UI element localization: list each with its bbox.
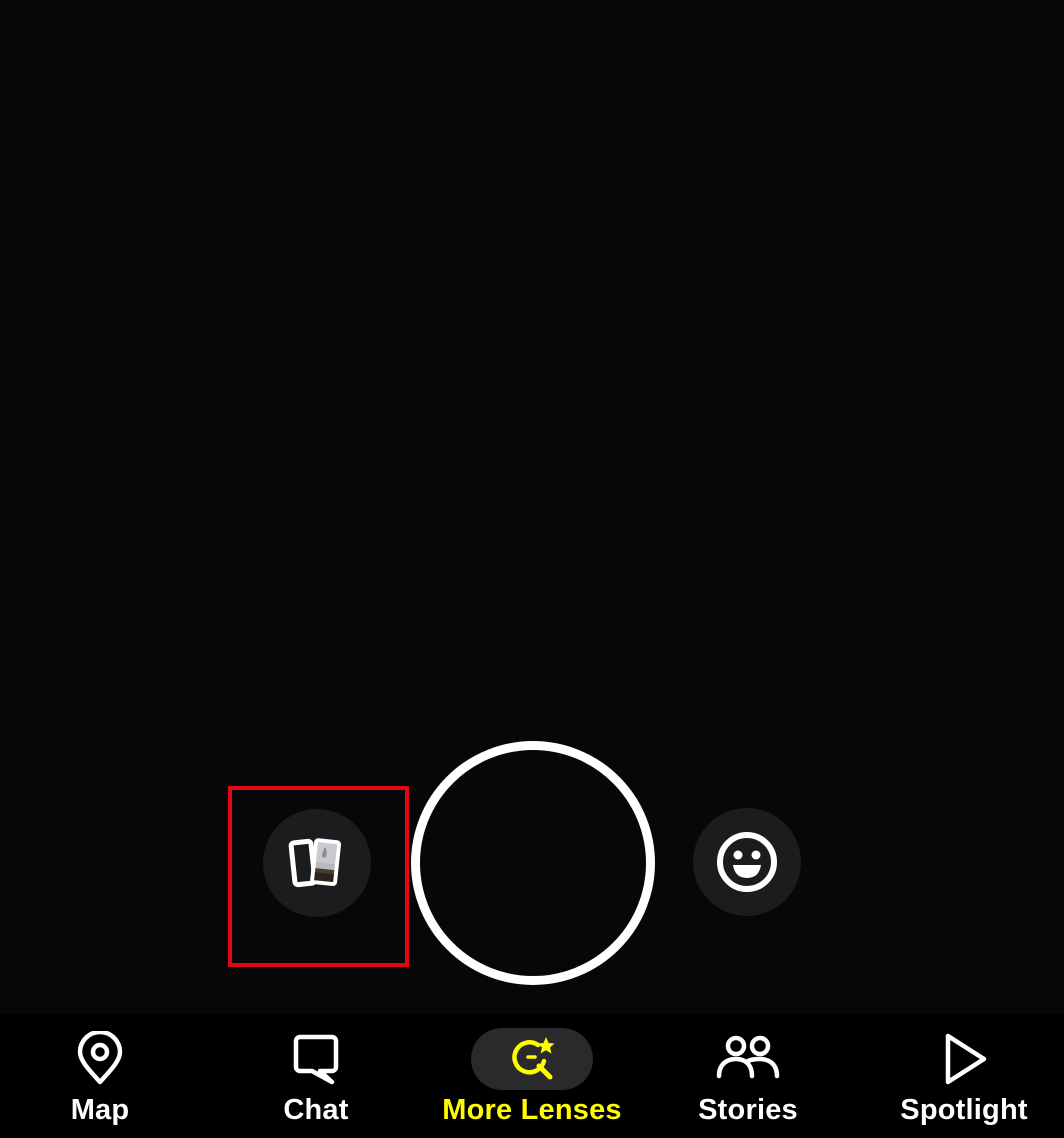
nav-label-spotlight: Spotlight xyxy=(900,1094,1028,1126)
people-icon xyxy=(716,1035,780,1079)
chat-bubble-icon xyxy=(293,1034,339,1085)
lenses-button[interactable] xyxy=(693,808,801,916)
active-tab-pill xyxy=(471,1028,593,1090)
camera-screen: Map Chat More Lenses Stories Spotlight xyxy=(0,0,1064,1138)
play-triangle-icon xyxy=(945,1033,987,1085)
capture-shutter-button[interactable] xyxy=(411,741,655,985)
nav-tab-more-lenses[interactable]: More Lenses xyxy=(432,1014,632,1138)
nav-label-chat: Chat xyxy=(283,1094,349,1126)
map-pin-icon xyxy=(77,1031,123,1085)
nav-tab-spotlight[interactable]: Spotlight xyxy=(880,1014,1048,1138)
nav-label-map: Map xyxy=(70,1094,130,1126)
lens-search-sparkle-icon xyxy=(512,1037,555,1080)
nav-label-stories: Stories xyxy=(698,1094,798,1126)
nav-tab-map[interactable]: Map xyxy=(40,1014,160,1138)
bottom-navigation: Map Chat More Lenses Stories Spotlight xyxy=(0,1014,1064,1138)
nav-tab-chat[interactable]: Chat xyxy=(256,1014,376,1138)
smiley-face-icon xyxy=(717,832,777,892)
nav-label-more-lenses: More Lenses xyxy=(442,1094,622,1126)
highlight-annotation xyxy=(228,786,409,967)
nav-tab-stories[interactable]: Stories xyxy=(678,1014,818,1138)
